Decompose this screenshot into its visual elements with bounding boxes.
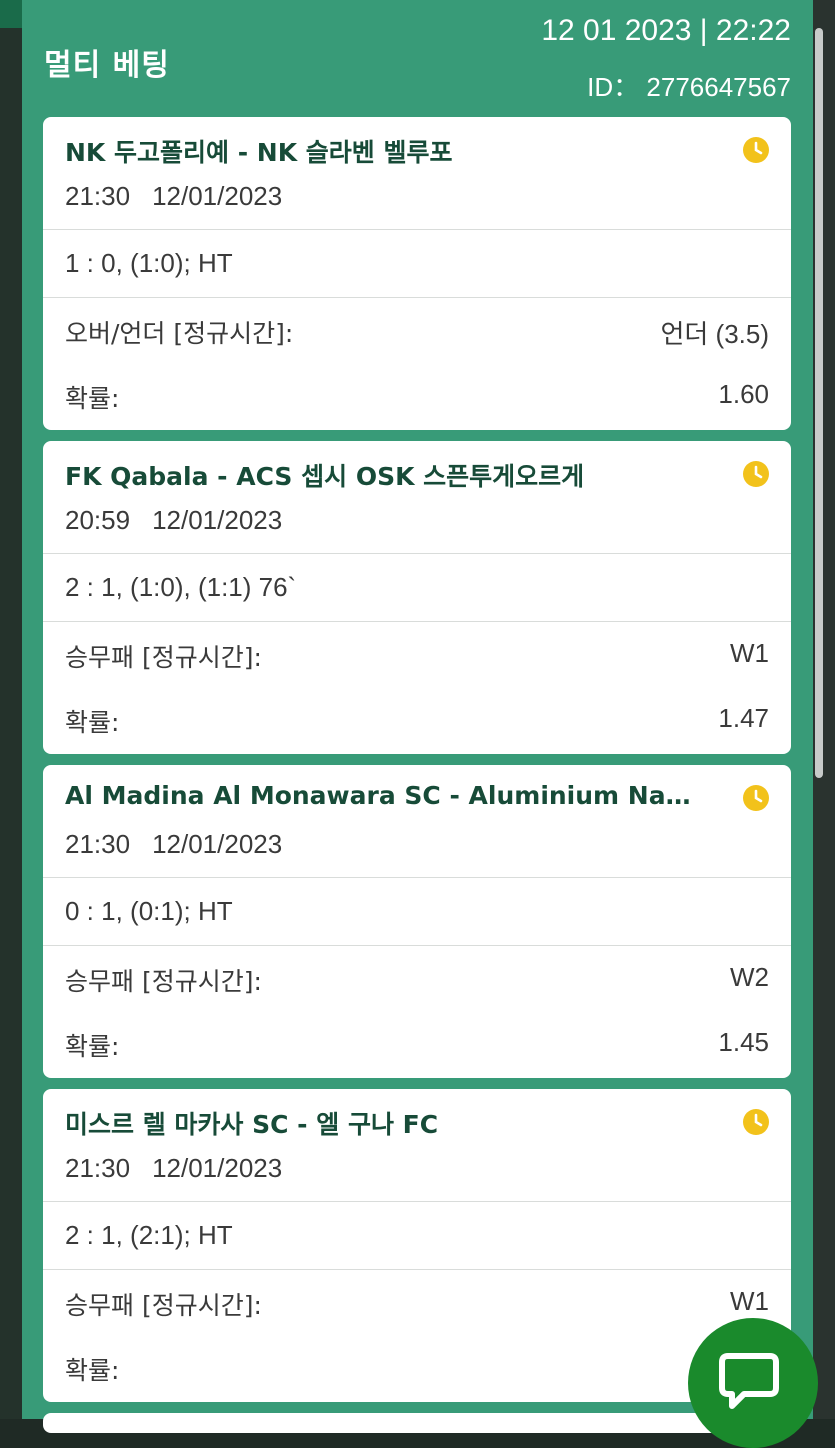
- odds-label: 확률:: [65, 1032, 120, 1061]
- match-title: Al Madina Al Monawara SC - Aluminium Nag…: [65, 781, 705, 810]
- scrollbar[interactable]: [815, 28, 823, 778]
- bet-card: 미스르 렐 마카사 SC - 엘 구나 FC 21:30 12/01/2023 2…: [43, 1089, 791, 1402]
- match-date: 12/01/2023: [152, 1153, 283, 1183]
- match-header: Al Madina Al Monawara SC - Aluminium Nag…: [43, 765, 791, 878]
- score-text: 2 : 1, (2:1); HT: [65, 1220, 233, 1250]
- clock-icon: [743, 785, 769, 811]
- match-time: 21:30: [65, 829, 131, 859]
- bet-datetime: 12 01 2023 | 22:22: [541, 14, 791, 47]
- market-row: 승무패 [정규시간]: W2: [43, 946, 791, 1011]
- match-date: 12/01/2023: [152, 829, 283, 859]
- bet-card: Al Madina Al Monawara SC - Aluminium Nag…: [43, 765, 791, 1078]
- odds-row: 확률: 1.60: [43, 363, 791, 428]
- page-title: 멀티 베팅: [44, 48, 170, 83]
- odds-row: 확률: 1.47: [43, 687, 791, 752]
- match-header: NK 두고폴리예 - NK 슬라벤 벨루포 21:30 12/01/2023: [43, 117, 791, 230]
- chat-bubble-icon: [719, 1353, 779, 1409]
- match-title: 미스르 렐 마카사 SC - 엘 구나 FC: [65, 1110, 439, 1139]
- match-header: FK Qabala - ACS 셉시 OSK 스픈투게오르게 20:59 12/0…: [43, 441, 791, 554]
- match-datetime: 21:30 12/01/2023: [65, 829, 282, 860]
- match-title: NK 두고폴리예 - NK 슬라벤 벨루포: [65, 138, 453, 167]
- odds-value: 1.60: [718, 379, 769, 409]
- match-score: 2 : 1, (1:0), (1:1) 76`: [43, 554, 791, 622]
- bet-card: FK Qabala - ACS 셉시 OSK 스픈투게오르게 20:59 12/0…: [43, 441, 791, 754]
- selection-value: 언더 (3.5): [660, 319, 769, 349]
- market-row: 승무패 [정규시간]: W1: [43, 622, 791, 687]
- match-time: 20:59: [65, 505, 131, 535]
- odds-label: 확률:: [65, 384, 120, 413]
- match-datetime: 21:30 12/01/2023: [65, 1153, 282, 1184]
- market-label: 오버/언더 [정규시간]:: [65, 319, 294, 348]
- odds-row: 확률:: [43, 1335, 791, 1400]
- market-label: 승무패 [정규시간]:: [65, 967, 262, 996]
- clock-icon: [743, 137, 769, 163]
- odds-row: 확률: 1.45: [43, 1011, 791, 1076]
- score-text: 1 : 0, (1:0); HT: [65, 248, 233, 278]
- market-row: 오버/언더 [정규시간]: 언더 (3.5): [43, 298, 791, 363]
- match-score: 0 : 1, (0:1); HT: [43, 878, 791, 946]
- match-date: 12/01/2023: [152, 505, 283, 535]
- multi-bet-panel: 멀티 베팅 12 01 2023 | 22:22 ID： 2776647567 …: [22, 0, 813, 1433]
- odds-label: 확률:: [65, 1356, 120, 1385]
- match-score: 2 : 1, (2:1); HT: [43, 1202, 791, 1270]
- odds-value: 1.47: [718, 703, 769, 733]
- bet-card-partial: [43, 1413, 791, 1433]
- background-accent: [0, 0, 22, 28]
- match-datetime: 21:30 12/01/2023: [65, 181, 282, 212]
- clock-icon: [743, 1109, 769, 1135]
- bet-card: NK 두고폴리예 - NK 슬라벤 벨루포 21:30 12/01/2023 1 …: [43, 117, 791, 430]
- match-title: FK Qabala - ACS 셉시 OSK 스픈투게오르게: [65, 462, 585, 491]
- score-text: 0 : 1, (0:1); HT: [65, 896, 233, 926]
- background-strip-left: [0, 0, 22, 1419]
- odds-value: 1.45: [718, 1027, 769, 1057]
- market-label: 승무패 [정규시간]:: [65, 1291, 262, 1320]
- selection-value: W2: [730, 962, 769, 992]
- match-date: 12/01/2023: [152, 181, 283, 211]
- selection-value: W1: [730, 1286, 769, 1316]
- chat-button[interactable]: [688, 1318, 818, 1448]
- match-score: 1 : 0, (1:0); HT: [43, 230, 791, 298]
- clock-icon: [743, 461, 769, 487]
- match-time: 21:30: [65, 1153, 131, 1183]
- match-datetime: 20:59 12/01/2023: [65, 505, 282, 536]
- market-label: 승무패 [정규시간]:: [65, 643, 262, 672]
- selection-value: W1: [730, 638, 769, 668]
- market-row: 승무패 [정규시간]: W1: [43, 1270, 791, 1335]
- bet-id: ID： 2776647567: [587, 72, 791, 102]
- match-header: 미스르 렐 마카사 SC - 엘 구나 FC 21:30 12/01/2023: [43, 1089, 791, 1202]
- match-time: 21:30: [65, 181, 131, 211]
- odds-label: 확률:: [65, 708, 120, 737]
- score-text: 2 : 1, (1:0), (1:1) 76`: [65, 572, 297, 602]
